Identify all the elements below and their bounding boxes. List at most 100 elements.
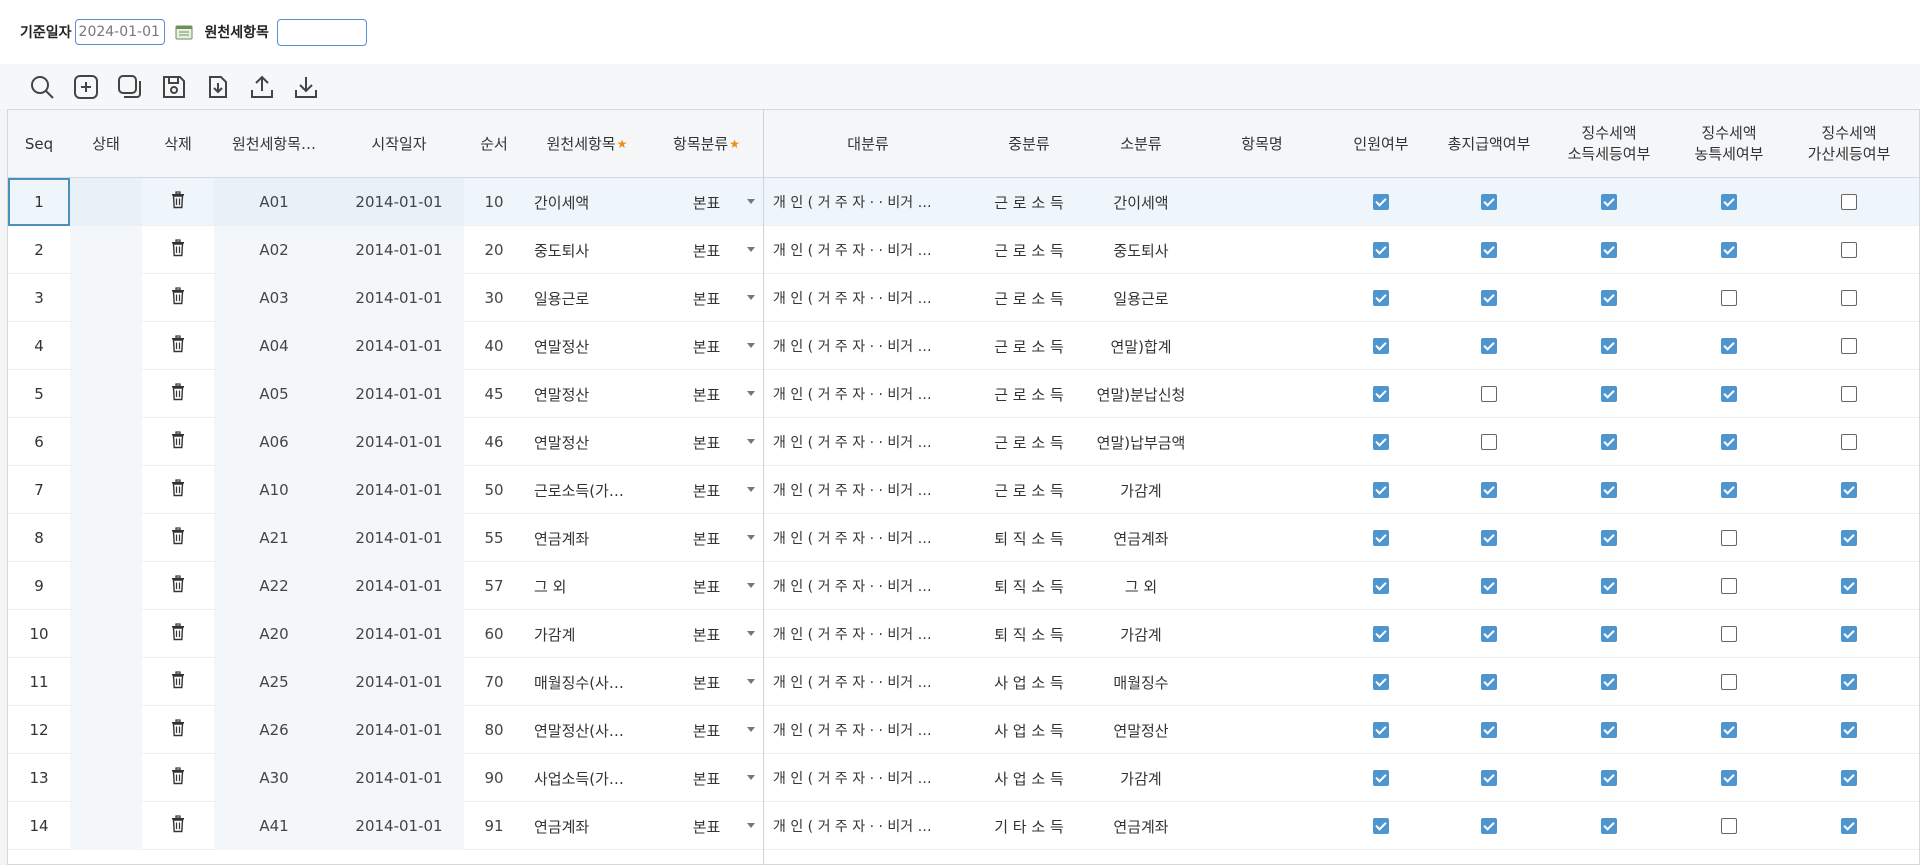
code-cell[interactable]: A10 — [214, 466, 334, 514]
trash-icon[interactable] — [171, 719, 185, 741]
category-dropdown[interactable]: 본표 — [650, 370, 763, 418]
order-cell[interactable]: 70 — [464, 658, 524, 706]
start-date-cell[interactable]: 2014-01-01 — [334, 562, 464, 610]
seq-cell[interactable]: 7 — [8, 466, 70, 514]
penalty-tax-checkbox[interactable] — [1841, 722, 1857, 738]
table-row[interactable]: 6 A06 2014-01-01 46 연말정산 본표 개 인 ( 거 주 자 · · 비거… — [8, 418, 1919, 466]
delete-cell[interactable] — [142, 610, 214, 658]
start-date-cell[interactable]: 2014-01-01 — [334, 610, 464, 658]
headcount-checkbox[interactable] — [1373, 578, 1389, 594]
delete-cell[interactable] — [142, 322, 214, 370]
seq-cell[interactable]: 5 — [8, 370, 70, 418]
start-date-cell[interactable]: 2014-01-01 — [334, 226, 464, 274]
category-dropdown[interactable]: 본표 — [650, 274, 763, 322]
income-tax-checkbox[interactable] — [1601, 722, 1617, 738]
trash-icon[interactable] — [171, 671, 185, 693]
item-cell[interactable]: 연말정산(사… — [524, 706, 650, 754]
add-icon[interactable] — [71, 72, 101, 102]
status-cell[interactable] — [70, 226, 142, 274]
rural-tax-checkbox[interactable] — [1721, 626, 1737, 642]
download-file-icon[interactable] — [203, 72, 233, 102]
penalty-tax-checkbox[interactable] — [1841, 578, 1857, 594]
middle-cell[interactable]: 퇴 직 소 득 — [973, 610, 1085, 658]
copy-icon[interactable] — [115, 72, 145, 102]
save-icon[interactable] — [159, 72, 189, 102]
item-name-cell[interactable] — [1197, 466, 1327, 514]
headcount-checkbox[interactable] — [1373, 770, 1389, 786]
status-cell[interactable] — [70, 754, 142, 802]
status-cell[interactable] — [70, 274, 142, 322]
order-cell[interactable]: 91 — [464, 802, 524, 850]
item-cell[interactable]: 연말정산 — [524, 370, 650, 418]
item-name-cell[interactable] — [1197, 610, 1327, 658]
item-cell[interactable]: 연말정산 — [524, 322, 650, 370]
start-date-cell[interactable]: 2014-01-01 — [334, 370, 464, 418]
category-dropdown[interactable]: 본표 — [650, 658, 763, 706]
minor-cell[interactable]: 연금계좌 — [1085, 514, 1197, 562]
major-cell[interactable]: 개 인 ( 거 주 자 · · 비거 … — [763, 466, 973, 514]
headcount-checkbox[interactable] — [1373, 674, 1389, 690]
income-tax-checkbox[interactable] — [1601, 482, 1617, 498]
delete-cell[interactable] — [142, 274, 214, 322]
major-cell[interactable]: 개 인 ( 거 주 자 · · 비거 … — [763, 562, 973, 610]
code-cell[interactable]: A03 — [214, 274, 334, 322]
penalty-tax-checkbox[interactable] — [1841, 530, 1857, 546]
minor-cell[interactable]: 연말)합계 — [1085, 322, 1197, 370]
item-name-cell[interactable] — [1197, 802, 1327, 850]
headcount-checkbox[interactable] — [1373, 338, 1389, 354]
delete-cell[interactable] — [142, 178, 214, 226]
penalty-tax-checkbox[interactable] — [1841, 290, 1857, 306]
middle-cell[interactable]: 사 업 소 득 — [973, 658, 1085, 706]
col-status[interactable]: 상태 — [70, 110, 142, 178]
status-cell[interactable] — [70, 658, 142, 706]
order-cell[interactable]: 57 — [464, 562, 524, 610]
seq-cell[interactable]: 12 — [8, 706, 70, 754]
item-name-cell[interactable] — [1197, 226, 1327, 274]
order-cell[interactable]: 20 — [464, 226, 524, 274]
code-cell[interactable]: A25 — [214, 658, 334, 706]
delete-cell[interactable] — [142, 370, 214, 418]
delete-cell[interactable] — [142, 754, 214, 802]
order-cell[interactable]: 30 — [464, 274, 524, 322]
status-cell[interactable] — [70, 562, 142, 610]
trash-icon[interactable] — [171, 191, 185, 213]
headcount-checkbox[interactable] — [1373, 194, 1389, 210]
start-date-cell[interactable]: 2014-01-01 — [334, 658, 464, 706]
minor-cell[interactable]: 연말)납부금액 — [1085, 418, 1197, 466]
penalty-tax-checkbox[interactable] — [1841, 626, 1857, 642]
item-cell[interactable]: 사업소득(가… — [524, 754, 650, 802]
headcount-checkbox[interactable] — [1373, 818, 1389, 834]
category-dropdown[interactable]: 본표 — [650, 418, 763, 466]
dropdown-arrow-icon[interactable] — [747, 295, 755, 300]
col-total-pay[interactable]: 총지급액여부 — [1435, 110, 1543, 178]
major-cell[interactable]: 개 인 ( 거 주 자 · · 비거 … — [763, 514, 973, 562]
headcount-checkbox[interactable] — [1373, 530, 1389, 546]
order-cell[interactable]: 46 — [464, 418, 524, 466]
col-penalty-tax[interactable]: 징수세액 가산세등여부 — [1783, 110, 1915, 178]
table-row[interactable]: 1 A01 2014-01-01 10 간이세액 본표 개 인 ( 거 주 자 · · 비거… — [8, 178, 1919, 226]
status-cell[interactable] — [70, 178, 142, 226]
item-name-cell[interactable] — [1197, 322, 1327, 370]
item-name-cell[interactable] — [1197, 274, 1327, 322]
download-icon[interactable] — [291, 72, 321, 102]
status-cell[interactable] — [70, 514, 142, 562]
total-pay-checkbox[interactable] — [1481, 578, 1497, 594]
code-cell[interactable]: A04 — [214, 322, 334, 370]
income-tax-checkbox[interactable] — [1601, 386, 1617, 402]
code-cell[interactable]: A02 — [214, 226, 334, 274]
income-tax-checkbox[interactable] — [1601, 578, 1617, 594]
col-seq[interactable]: Seq — [8, 110, 70, 178]
dropdown-arrow-icon[interactable] — [747, 679, 755, 684]
rural-tax-checkbox[interactable] — [1721, 578, 1737, 594]
minor-cell[interactable]: 가감계 — [1085, 466, 1197, 514]
code-cell[interactable]: A05 — [214, 370, 334, 418]
seq-cell[interactable]: 4 — [8, 322, 70, 370]
total-pay-checkbox[interactable] — [1481, 482, 1497, 498]
total-pay-checkbox[interactable] — [1481, 722, 1497, 738]
major-cell[interactable]: 개 인 ( 거 주 자 · · 비거 … — [763, 802, 973, 850]
item-name-cell[interactable] — [1197, 754, 1327, 802]
major-cell[interactable]: 개 인 ( 거 주 자 · · 비거 … — [763, 754, 973, 802]
start-date-cell[interactable]: 2014-01-01 — [334, 754, 464, 802]
rural-tax-checkbox[interactable] — [1721, 530, 1737, 546]
rural-tax-checkbox[interactable] — [1721, 434, 1737, 450]
